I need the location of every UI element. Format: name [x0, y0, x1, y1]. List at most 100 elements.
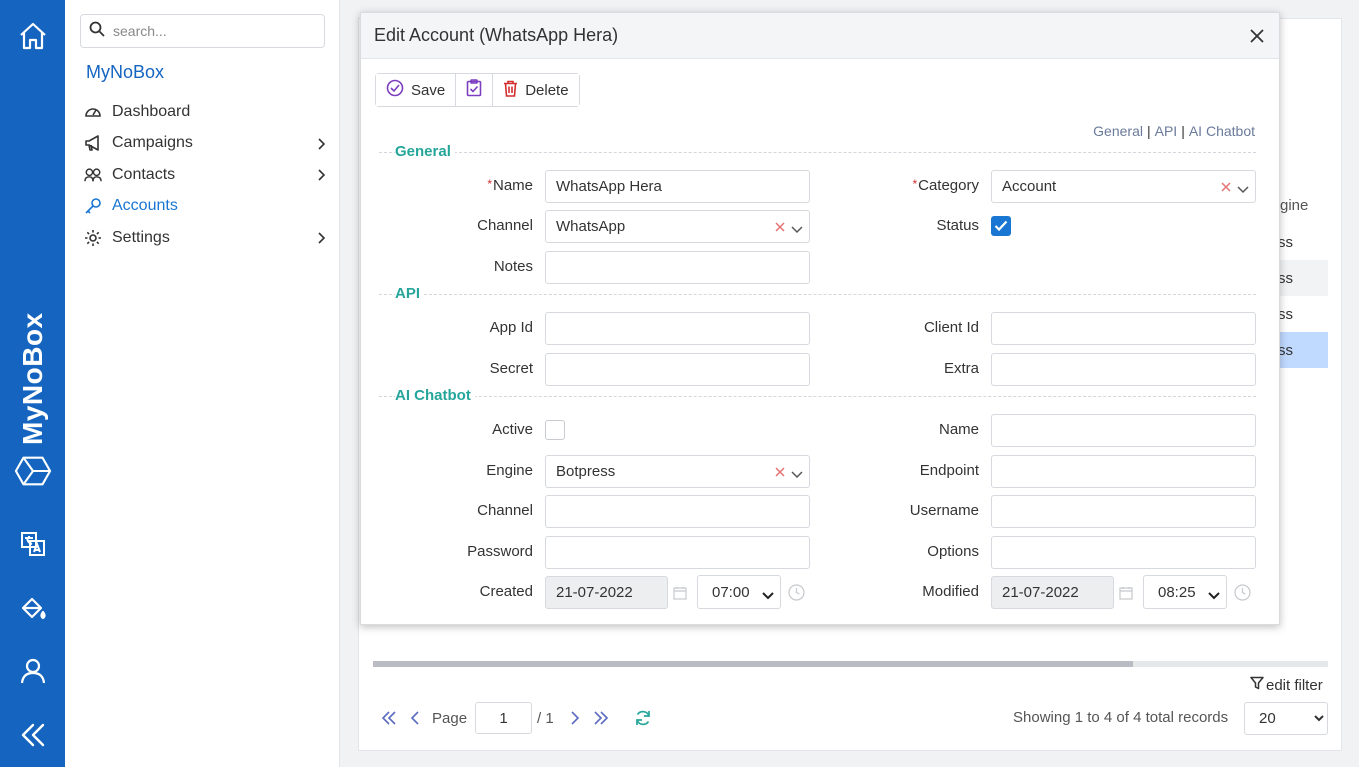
notes-label: Notes: [493, 258, 533, 275]
dialog-title: Edit Account (WhatsApp Hera): [374, 25, 619, 45]
section-title: General: [395, 143, 455, 160]
chevron-right-icon: [316, 168, 326, 187]
translate-icon[interactable]: [14, 525, 52, 563]
channel-select[interactable]: WhatsApp: [545, 210, 810, 243]
collapse-icon[interactable]: [14, 716, 52, 754]
save-label: Save: [411, 81, 446, 99]
engine-select[interactable]: Botpress: [545, 455, 810, 488]
page-input[interactable]: [475, 702, 533, 734]
username-field[interactable]: [991, 495, 1256, 528]
secret-field[interactable]: [545, 353, 810, 386]
calendar-icon[interactable]: [673, 586, 687, 604]
table-row[interactable]: ss: [1272, 260, 1328, 296]
grid-column-header[interactable]: gine: [1280, 197, 1308, 214]
sidebar-title: MyNoBox: [86, 62, 165, 82]
ai-channel-field[interactable]: [545, 495, 810, 528]
search-box: [80, 14, 325, 48]
paint-bucket-icon[interactable]: [14, 589, 52, 627]
section-api: API: [379, 285, 1256, 302]
clear-icon[interactable]: [775, 219, 785, 236]
app-id-field[interactable]: [545, 312, 810, 345]
sidebar-item-label: Dashboard: [112, 102, 191, 120]
close-icon[interactable]: [1247, 26, 1267, 46]
section-title: API: [395, 285, 425, 302]
delete-button[interactable]: Delete: [493, 74, 579, 106]
extra-field[interactable]: [991, 353, 1256, 386]
sidebar-item-campaigns[interactable]: Campaigns: [80, 128, 330, 160]
next-page-icon[interactable]: [562, 711, 588, 725]
password-field[interactable]: [545, 536, 810, 569]
user-icon[interactable]: [14, 652, 52, 690]
created-date-field: 21-07-2022: [545, 576, 668, 609]
key-icon: [84, 197, 102, 215]
name-field[interactable]: WhatsApp Hera: [545, 170, 810, 203]
brand-box-icon: [14, 452, 52, 490]
status-checkbox[interactable]: [991, 216, 1011, 236]
clock-icon[interactable]: [788, 584, 805, 605]
delete-label: Delete: [525, 81, 569, 99]
status-label: Status: [936, 217, 979, 234]
horizontal-scrollbar[interactable]: [373, 661, 1328, 667]
sidebar-item-accounts[interactable]: Accounts: [80, 191, 330, 223]
scrollbar-thumb[interactable]: [373, 661, 1133, 667]
ai-name-field[interactable]: [991, 414, 1256, 447]
sidebar-item-dashboard[interactable]: Dashboard: [80, 96, 330, 128]
table-row[interactable]: ss: [1272, 224, 1328, 260]
edit-filter-label: edit filter: [1266, 676, 1323, 694]
table-row[interactable]: ss: [1272, 296, 1328, 332]
client-id-field[interactable]: [991, 312, 1256, 345]
chevron-down-icon[interactable]: [1237, 181, 1249, 198]
page-size-select[interactable]: 20: [1244, 702, 1328, 735]
anchor-general[interactable]: General: [1093, 123, 1143, 139]
category-label: *Category: [912, 177, 979, 194]
dialog-toolbar: Save Delete: [375, 73, 580, 107]
first-page-icon[interactable]: [376, 711, 402, 725]
refresh-icon[interactable]: [630, 709, 656, 727]
search-input[interactable]: [113, 23, 313, 39]
sidebar-item-label: Campaigns: [112, 134, 193, 152]
chevron-right-icon: [316, 231, 326, 250]
apply-button[interactable]: [456, 74, 494, 106]
channel-label: Channel: [477, 217, 533, 234]
dashboard-icon: [84, 103, 102, 121]
home-icon[interactable]: [14, 17, 52, 55]
chevron-down-icon[interactable]: [791, 466, 803, 483]
sidebar-item-settings[interactable]: Settings: [80, 222, 330, 254]
ai-name-label: Name: [938, 421, 979, 438]
check-circle-icon: [386, 79, 404, 101]
edit-account-dialog: Edit Account (WhatsApp Hera) Save Delete…: [360, 12, 1280, 625]
options-field[interactable]: [991, 536, 1256, 569]
chevron-down-icon: [762, 587, 774, 604]
filter-icon: [1250, 676, 1264, 694]
clear-icon[interactable]: [1221, 179, 1231, 196]
brand-logo-text: MyNoBox: [17, 312, 48, 445]
anchor-api[interactable]: API: [1155, 123, 1178, 139]
chevron-down-icon[interactable]: [791, 221, 803, 238]
clear-icon[interactable]: [775, 464, 785, 481]
modified-label: Modified: [922, 583, 979, 600]
dialog-header: Edit Account (WhatsApp Hera): [361, 13, 1279, 59]
calendar-icon[interactable]: [1119, 586, 1133, 604]
prev-page-icon[interactable]: [402, 711, 428, 725]
active-checkbox[interactable]: [545, 420, 565, 440]
records-summary: Showing 1 to 4 of 4 total records: [1013, 709, 1229, 726]
anchor-ai-chatbot[interactable]: AI Chatbot: [1189, 123, 1255, 139]
sidebar-nav: Dashboard Campaigns Contacts Accounts Se…: [80, 96, 330, 254]
created-time-select[interactable]: 07:00: [697, 575, 781, 609]
sidebar-item-contacts[interactable]: Contacts: [80, 159, 330, 191]
clock-icon[interactable]: [1234, 584, 1251, 605]
endpoint-field[interactable]: [991, 455, 1256, 488]
clipboard-check-icon: [466, 79, 482, 101]
page-total: / 1: [537, 709, 554, 727]
sidebar-item-label: Settings: [112, 228, 170, 246]
password-label: Password: [467, 543, 533, 560]
table-row-selected[interactable]: ss: [1272, 332, 1328, 368]
edit-filter-link[interactable]: edit filter: [1250, 676, 1323, 694]
notes-field[interactable]: [545, 251, 810, 284]
chevron-down-icon: [1208, 587, 1220, 604]
app-rail: MyNoBox: [0, 0, 65, 767]
save-button[interactable]: Save: [376, 74, 457, 106]
category-select[interactable]: Account: [991, 170, 1256, 203]
modified-time-select[interactable]: 08:25: [1143, 575, 1227, 609]
last-page-icon[interactable]: [588, 711, 614, 725]
